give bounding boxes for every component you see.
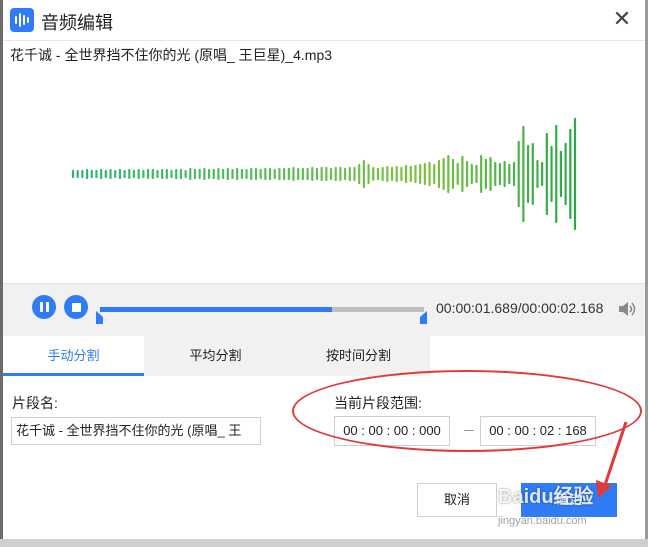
active-tab-indicator (3, 373, 144, 376)
file-name: 花千诚 - 全世界挡不住你的光 (原唱_ 王巨星)_4.mp3 (10, 47, 333, 63)
tab-average-split[interactable]: 平均分割 (144, 336, 287, 376)
watermark-url: jingyan.baidu.com (498, 515, 587, 527)
split-mode-tabs: 手动分割 平均分割 按时间分割 (3, 336, 645, 376)
pause-button[interactable] (32, 295, 56, 319)
tab-time-split[interactable]: 按时间分割 (287, 336, 430, 376)
range-start-handle[interactable] (96, 311, 103, 324)
stop-icon (71, 302, 81, 312)
dialog-titlebar: 音频编辑 ✕ (3, 0, 645, 41)
pause-icon (38, 302, 50, 312)
playback-time: 00:00:01.689/00:00:02.168 (436, 300, 604, 316)
dialog-title: 音频编辑 (41, 13, 113, 33)
audio-app-icon (10, 8, 34, 32)
cancel-button[interactable]: 取消 (417, 483, 497, 517)
volume-icon[interactable] (616, 298, 638, 320)
segment-name-label: 片段名: (12, 395, 58, 411)
playback-progress-fill (100, 307, 333, 312)
close-icon[interactable]: ✕ (609, 6, 635, 32)
window-frame-bottom (0, 539, 648, 547)
tab-manual-split[interactable]: 手动分割 (3, 336, 144, 376)
annotation-arrow (596, 421, 628, 498)
segment-name-input[interactable]: 花千诚 - 全世界挡不住你的光 (原唱_ 王 (11, 417, 261, 445)
playback-bar: 00:00:01.689/00:00:02.168 (3, 283, 645, 337)
stop-button[interactable] (64, 295, 88, 319)
audio-waveform[interactable] (3, 70, 645, 282)
playback-progress-track[interactable] (100, 307, 424, 312)
range-end-handle[interactable] (420, 311, 427, 324)
watermark-logo: Baidu经验 (498, 486, 594, 508)
